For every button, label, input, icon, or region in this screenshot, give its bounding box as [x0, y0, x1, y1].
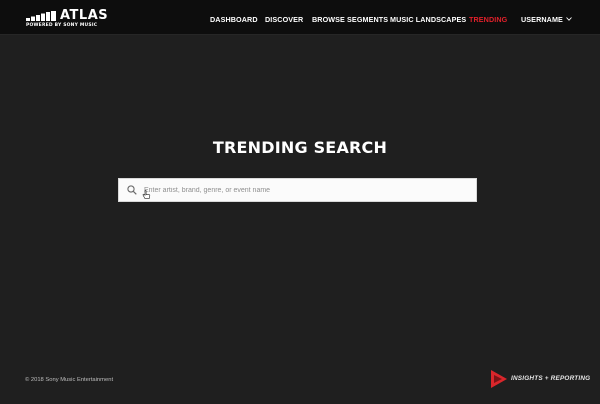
- brand-text: INSIGHTS + REPORTING: [511, 375, 591, 382]
- chevron-down-icon: [566, 17, 572, 21]
- nav-item-music-landscapes[interactable]: MUSIC LANDSCAPES: [390, 15, 466, 24]
- nav-item-dashboard[interactable]: DASHBOARD: [210, 15, 258, 24]
- nav-item-browse-segments[interactable]: BROWSE SEGMENTS: [312, 15, 388, 24]
- user-menu[interactable]: USERNAME: [521, 15, 572, 24]
- copyright-text: © 2018 Sony Music Entertainment: [25, 377, 114, 383]
- top-nav-bar: ATLAS POWERED BY SONY MUSIC DASHBOARD DI…: [0, 0, 600, 35]
- play-triangle-icon: [491, 370, 507, 388]
- search-input[interactable]: [144, 179, 464, 201]
- nav-item-trending[interactable]: TRENDING: [469, 15, 507, 24]
- main-nav: DASHBOARD DISCOVER BROWSE SEGMENTS MUSIC…: [0, 0, 600, 34]
- username-label: USERNAME: [521, 15, 563, 24]
- page-title: TRENDING SEARCH: [212, 138, 388, 157]
- hand-cursor-icon: [142, 190, 151, 199]
- nav-item-discover[interactable]: DISCOVER: [265, 15, 303, 24]
- search-icon: [127, 185, 137, 195]
- insights-reporting-logo: INSIGHTS + REPORTING: [489, 369, 590, 389]
- search-box[interactable]: [118, 178, 477, 202]
